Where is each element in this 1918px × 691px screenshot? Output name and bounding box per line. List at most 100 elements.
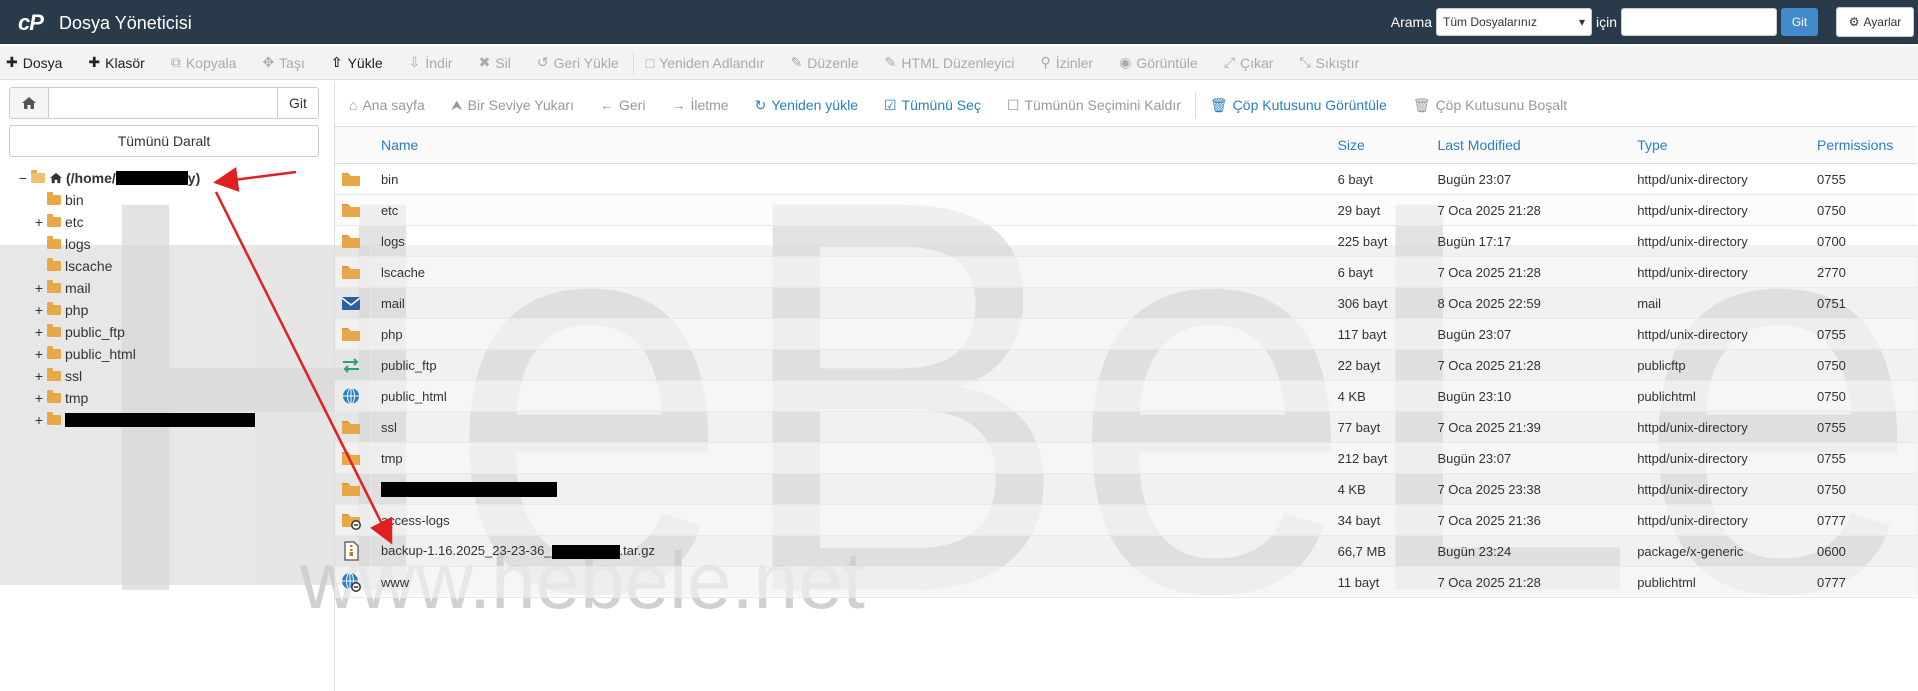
- toolbar-geri-yükle-button[interactable]: ↺ Geri Yükle: [537, 54, 619, 71]
- toolbar-html-düzenleyici-button[interactable]: ✎ HTML Düzenleyici: [885, 54, 1015, 71]
- expand-icon[interactable]: +: [33, 324, 45, 340]
- tree-item-ssl[interactable]: + ssl: [17, 366, 82, 386]
- toolbar-i-ndir-button[interactable]: ⇩ İndir: [409, 54, 453, 71]
- nav-checkbox-button[interactable]: ☐ Tümünün Seçimini Kaldır: [1007, 97, 1181, 114]
- toolbar-yükle-button[interactable]: ⇧ Yükle: [331, 54, 383, 71]
- plus-icon: ✚: [88, 54, 101, 70]
- tree-item-mail[interactable]: + mail: [17, 278, 91, 298]
- table-row[interactable]: mail 306 bayt 8 Oca 2025 22:59 mail 0751: [335, 287, 1917, 319]
- table-row[interactable]: backup-1.16.2025_23-23-36_ .tar.gz 66,7 MB…: [335, 535, 1917, 567]
- tree-item-etc[interactable]: + etc: [17, 212, 84, 232]
- row-last-modified: 7 Oca 2025 21:28: [1437, 194, 1638, 226]
- toolbar-düzenle-button[interactable]: ✎ Düzenle: [791, 54, 859, 71]
- toolbar-yeniden-adlandır-button[interactable]: □ Yeniden Adlandır: [646, 55, 765, 71]
- nav-arrow-left-button[interactable]: ← Geri: [600, 97, 645, 113]
- expand-icon[interactable]: +: [33, 390, 45, 406]
- toolbar-sıkıştır-button[interactable]: ⤡ Sıkıştır: [1299, 54, 1359, 71]
- expand-icon[interactable]: +: [33, 346, 45, 362]
- folder-icon: [341, 448, 361, 468]
- nav-trash-button[interactable]: 🗑 Çöp Kutusunu Boşalt: [1413, 97, 1567, 114]
- tree-item-public_ftp[interactable]: + public_ftp: [17, 322, 125, 342]
- table-row[interactable]: access-logs 34 bayt 7 Oca 2025 21:36 httpd/…: [335, 504, 1917, 536]
- toolbar-label: Yükle: [347, 54, 383, 71]
- header-type[interactable]: Type: [1637, 126, 1817, 164]
- folder-icon: [341, 231, 361, 251]
- row-name[interactable]: logs: [380, 225, 1338, 257]
- search-go-button[interactable]: Git: [1781, 8, 1818, 36]
- row-icon-cell: [335, 256, 381, 288]
- table-row[interactable]: 4 KB 7 Oca 2025 23:38 httpd/unix-directory…: [335, 473, 1917, 505]
- row-name[interactable]: public_ftp: [380, 349, 1338, 381]
- table-row[interactable]: tmp 212 bayt Bugün 23:07 httpd/unix-directo…: [335, 442, 1917, 474]
- toolbar-çıkar-button[interactable]: ⤢ Çıkar: [1224, 54, 1274, 71]
- nav-level-up-button[interactable]: ⮝ Bir Seviye Yukarı: [451, 97, 574, 114]
- row-name[interactable]: tmp: [380, 442, 1338, 474]
- row-type: httpd/unix-directory: [1637, 442, 1817, 474]
- archive-file-icon: [341, 541, 361, 561]
- expand-icon[interactable]: +: [33, 368, 45, 384]
- row-icon-cell: [335, 349, 381, 381]
- header-last-modified[interactable]: Last Modified: [1437, 126, 1638, 164]
- row-name[interactable]: etc: [380, 194, 1338, 226]
- row-name[interactable]: www: [380, 566, 1338, 598]
- row-name[interactable]: lscache: [380, 256, 1338, 288]
- table-row[interactable]: ssl 77 bayt 7 Oca 2025 21:39 httpd/unix-dir…: [335, 411, 1917, 443]
- header-size[interactable]: Size: [1337, 126, 1438, 164]
- row-name[interactable]: ssl: [380, 411, 1338, 443]
- table-row[interactable]: bin 6 bayt Bugün 23:07 httpd/unix-directory…: [335, 163, 1917, 195]
- toolbar-kopyala-button[interactable]: ⧉ Kopyala: [171, 54, 237, 71]
- search-input[interactable]: [1621, 8, 1777, 36]
- nav-home-button[interactable]: ⌂ Ana sayfa: [349, 97, 425, 113]
- table-row[interactable]: php 117 bayt Bugün 23:07 httpd/unix-directo…: [335, 318, 1917, 350]
- path-input[interactable]: [49, 87, 277, 119]
- table-row[interactable]: www 11 bayt 7 Oca 2025 21:28 publichtml 0777: [335, 566, 1917, 598]
- table-row[interactable]: etc 29 bayt 7 Oca 2025 21:28 httpd/unix-dir…: [335, 194, 1917, 226]
- header-name[interactable]: Name: [380, 126, 1338, 164]
- home-button[interactable]: [9, 87, 49, 119]
- folder-icon: [341, 417, 361, 437]
- tree-item-bin[interactable]: bin: [17, 190, 84, 210]
- expand-icon[interactable]: +: [33, 214, 45, 230]
- table-row[interactable]: logs 225 bayt Bugün 17:17 httpd/unix-direct…: [335, 225, 1917, 257]
- toolbar-klasör-button[interactable]: ✚ Klasör: [88, 54, 144, 71]
- expand-icon[interactable]: +: [33, 412, 45, 428]
- tree-root[interactable]: − (/home/ y): [17, 168, 200, 188]
- tree-item-lscache[interactable]: lscache: [17, 256, 112, 276]
- row-name[interactable]: public_html: [380, 380, 1338, 412]
- tree-item-logs[interactable]: logs: [17, 234, 91, 254]
- nav-checkbox-checked-button[interactable]: ☑ Tümünü Seç: [884, 97, 981, 114]
- table-row[interactable]: public_html 4 KB Bugün 23:10 publichtml 0750: [335, 380, 1917, 412]
- nav-trash-button[interactable]: 🗑 Çöp Kutusunu Görüntüle: [1210, 97, 1387, 114]
- expand-icon[interactable]: +: [33, 302, 45, 318]
- tree-item-php[interactable]: + php: [17, 300, 88, 320]
- row-name[interactable]: bin: [380, 163, 1338, 195]
- row-name[interactable]: mail: [380, 287, 1338, 319]
- toolbar-taşı-button[interactable]: ✥ Taşı: [262, 54, 304, 71]
- toolbar-görüntüle-button[interactable]: ◉ Görüntüle: [1119, 54, 1198, 71]
- tree-item-tmp[interactable]: + tmp: [17, 388, 88, 408]
- search-scope-select[interactable]: Tüm Dosyalarınız ▾: [1435, 8, 1592, 36]
- settings-button[interactable]: ⚙ Ayarlar: [1836, 7, 1914, 37]
- pencil-icon: ✎: [790, 54, 803, 70]
- table-row[interactable]: lscache 6 bayt 7 Oca 2025 21:28 httpd/unix-…: [335, 256, 1917, 288]
- toolbar-sil-button[interactable]: ✖ Sil: [479, 54, 511, 71]
- row-name[interactable]: backup-1.16.2025_23-23-36_ .tar.gz: [380, 535, 1338, 567]
- toolbar-i-zinler-button[interactable]: ⚲ İzinler: [1040, 54, 1093, 71]
- nav-arrow-right-button[interactable]: → İletme: [671, 97, 728, 113]
- row-name[interactable]: access-logs: [380, 504, 1338, 536]
- expand-icon[interactable]: +: [33, 280, 45, 296]
- row-name[interactable]: php: [380, 318, 1338, 350]
- table-row[interactable]: public_ftp 22 bayt 7 Oca 2025 21:28 publicf…: [335, 349, 1917, 381]
- toolbar-label: Geri Yükle: [553, 54, 619, 71]
- header-permissions[interactable]: Permissions: [1816, 126, 1917, 164]
- move-icon: ✥: [262, 54, 275, 70]
- collapse-icon[interactable]: −: [17, 170, 29, 186]
- tree-item-redacted[interactable]: +: [17, 410, 255, 430]
- path-go-button[interactable]: Git: [277, 87, 319, 119]
- row-name[interactable]: [380, 473, 1338, 505]
- nav-refresh-button[interactable]: ↻ Yeniden yükle: [755, 97, 858, 114]
- collapse-all-button[interactable]: Tümünü Daralt: [9, 125, 319, 157]
- toolbar-dosya-button[interactable]: ✚ Dosya: [6, 54, 62, 71]
- tree-item-public_html[interactable]: + public_html: [17, 344, 136, 364]
- row-type: httpd/unix-directory: [1637, 256, 1817, 288]
